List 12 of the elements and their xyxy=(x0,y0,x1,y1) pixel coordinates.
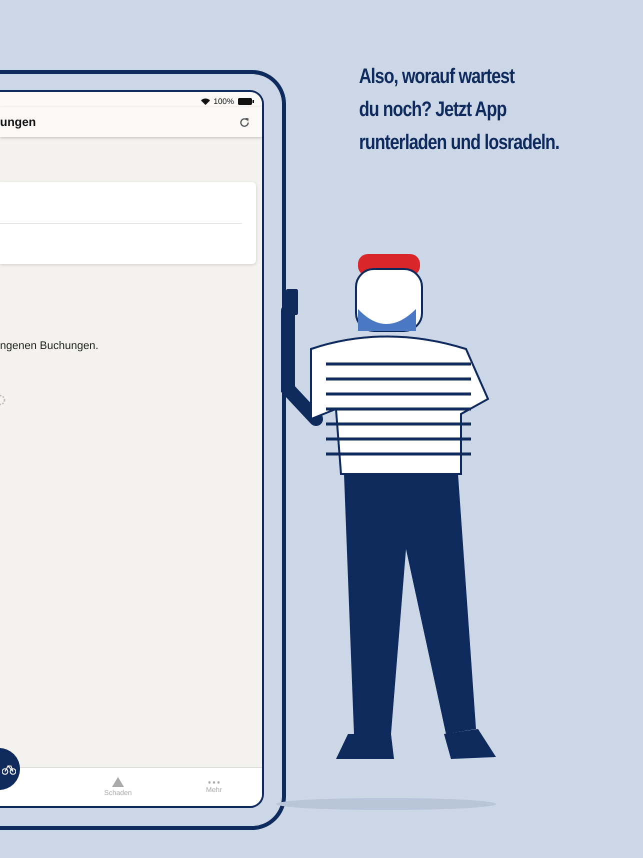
battery-percentage: 100% xyxy=(214,96,234,106)
more-icon xyxy=(208,780,220,784)
screen-title: ungen xyxy=(0,115,36,129)
bicycle-icon xyxy=(2,763,16,775)
refresh-icon[interactable] xyxy=(239,116,250,128)
warning-icon xyxy=(112,777,124,787)
headline-line: runterladen und losradeln. xyxy=(359,130,560,156)
empty-message: ngenen Buchungen. xyxy=(0,340,100,352)
battery-icon xyxy=(238,98,254,104)
wifi-icon xyxy=(200,98,210,104)
headline-line: du noch? Jetzt App xyxy=(359,97,508,123)
headline-line: Also, worauf wartest xyxy=(359,64,516,90)
